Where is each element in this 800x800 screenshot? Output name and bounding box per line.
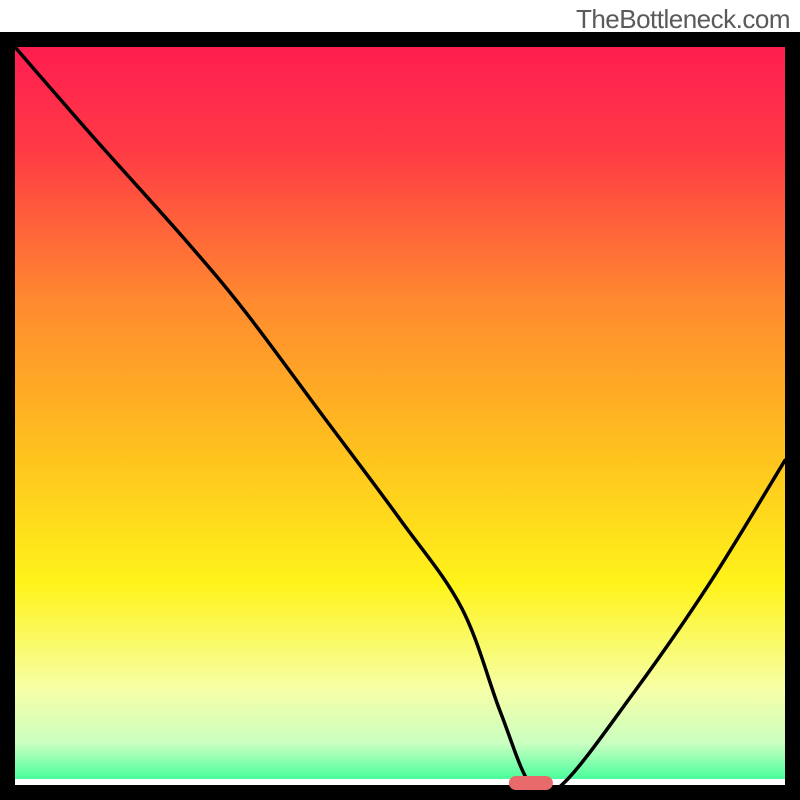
baseline-strip xyxy=(15,779,785,785)
bottleneck-chart xyxy=(0,32,800,800)
optimal-marker xyxy=(509,776,553,790)
watermark-text: TheBottleneck.com xyxy=(576,4,790,35)
chart-frame: TheBottleneck.com xyxy=(0,0,800,800)
plot-background xyxy=(3,35,797,797)
